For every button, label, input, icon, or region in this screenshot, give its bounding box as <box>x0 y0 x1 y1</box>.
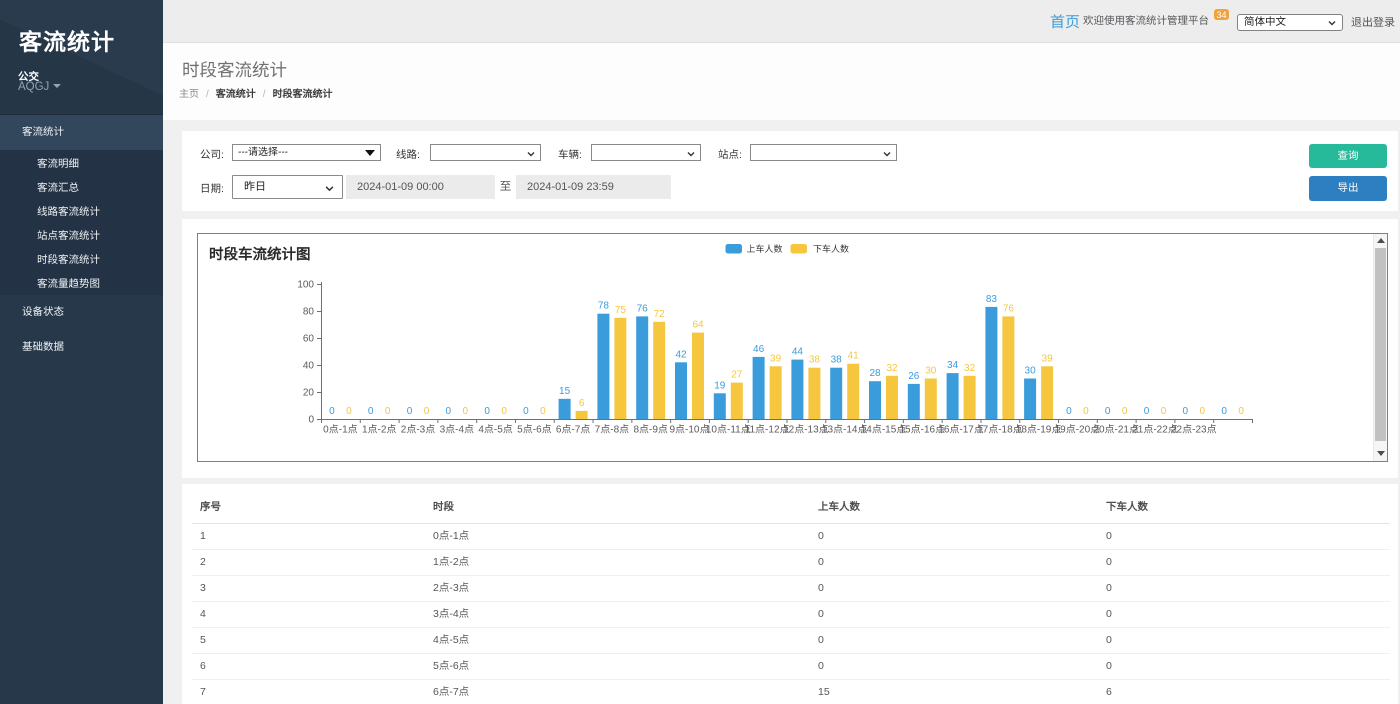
svg-text:30: 30 <box>1025 366 1037 377</box>
svg-text:5点-6点: 5点-6点 <box>517 424 551 436</box>
svg-text:0: 0 <box>1221 406 1227 417</box>
svg-text:30: 30 <box>925 366 937 377</box>
svg-text:32: 32 <box>964 363 976 374</box>
svg-text:15: 15 <box>559 386 571 397</box>
svg-text:20: 20 <box>303 388 315 399</box>
svg-text:3点-4点: 3点-4点 <box>440 424 474 436</box>
svg-text:41: 41 <box>848 351 860 362</box>
svg-text:4点-5点: 4点-5点 <box>478 424 512 436</box>
svg-text:75: 75 <box>615 305 627 316</box>
svg-text:0: 0 <box>424 406 430 417</box>
svg-text:39: 39 <box>770 353 782 364</box>
svg-text:0点-1点: 0点-1点 <box>323 424 357 436</box>
svg-text:6点-7点: 6点-7点 <box>556 424 590 436</box>
svg-text:上车人数: 上车人数 <box>747 244 783 254</box>
svg-text:0: 0 <box>329 406 335 417</box>
svg-text:0: 0 <box>308 415 314 426</box>
svg-text:0: 0 <box>1238 406 1244 417</box>
svg-text:1点-2点: 1点-2点 <box>362 424 396 436</box>
svg-text:27: 27 <box>731 370 743 381</box>
svg-text:8点-9点: 8点-9点 <box>633 424 667 436</box>
svg-text:6: 6 <box>579 398 585 409</box>
svg-text:0: 0 <box>1200 406 1206 417</box>
svg-text:38: 38 <box>809 355 821 366</box>
svg-text:0: 0 <box>484 406 490 417</box>
svg-text:78: 78 <box>598 301 610 312</box>
svg-text:72: 72 <box>654 309 666 320</box>
svg-text:76: 76 <box>637 303 649 314</box>
svg-text:38: 38 <box>831 355 843 366</box>
svg-text:0: 0 <box>523 406 529 417</box>
svg-text:64: 64 <box>692 320 704 331</box>
svg-text:0: 0 <box>346 406 352 417</box>
svg-text:0: 0 <box>1161 406 1167 417</box>
svg-text:28: 28 <box>869 368 881 379</box>
svg-text:60: 60 <box>303 334 315 345</box>
svg-text:0: 0 <box>385 406 391 417</box>
svg-text:0: 0 <box>1066 406 1072 417</box>
svg-text:0: 0 <box>1122 406 1128 417</box>
svg-text:0: 0 <box>1105 406 1111 417</box>
svg-text:76: 76 <box>1003 303 1015 314</box>
svg-text:44: 44 <box>792 347 804 358</box>
svg-text:0: 0 <box>368 406 374 417</box>
svg-text:0: 0 <box>540 406 546 417</box>
svg-text:34: 34 <box>947 360 959 371</box>
svg-text:0: 0 <box>446 406 452 417</box>
svg-text:32: 32 <box>886 363 898 374</box>
svg-text:42: 42 <box>675 349 687 360</box>
svg-text:0: 0 <box>1144 406 1150 417</box>
svg-text:19: 19 <box>714 380 726 391</box>
svg-text:7点-8点: 7点-8点 <box>595 424 629 436</box>
svg-text:83: 83 <box>986 294 998 305</box>
svg-text:9点-10点: 9点-10点 <box>669 424 709 436</box>
svg-text:80: 80 <box>303 307 315 318</box>
svg-text:0: 0 <box>1083 406 1089 417</box>
svg-text:22点-23点: 22点-23点 <box>1171 424 1217 436</box>
svg-text:0: 0 <box>407 406 413 417</box>
svg-text:26: 26 <box>908 371 920 382</box>
svg-text:0: 0 <box>501 406 507 417</box>
svg-text:100: 100 <box>297 280 314 291</box>
svg-text:下车人数: 下车人数 <box>813 244 849 254</box>
svg-text:0: 0 <box>1183 406 1189 417</box>
svg-text:0: 0 <box>463 406 469 417</box>
svg-text:39: 39 <box>1042 353 1054 364</box>
svg-text:46: 46 <box>753 344 765 355</box>
svg-text:2点-3点: 2点-3点 <box>401 424 435 436</box>
svg-text:40: 40 <box>303 361 315 372</box>
